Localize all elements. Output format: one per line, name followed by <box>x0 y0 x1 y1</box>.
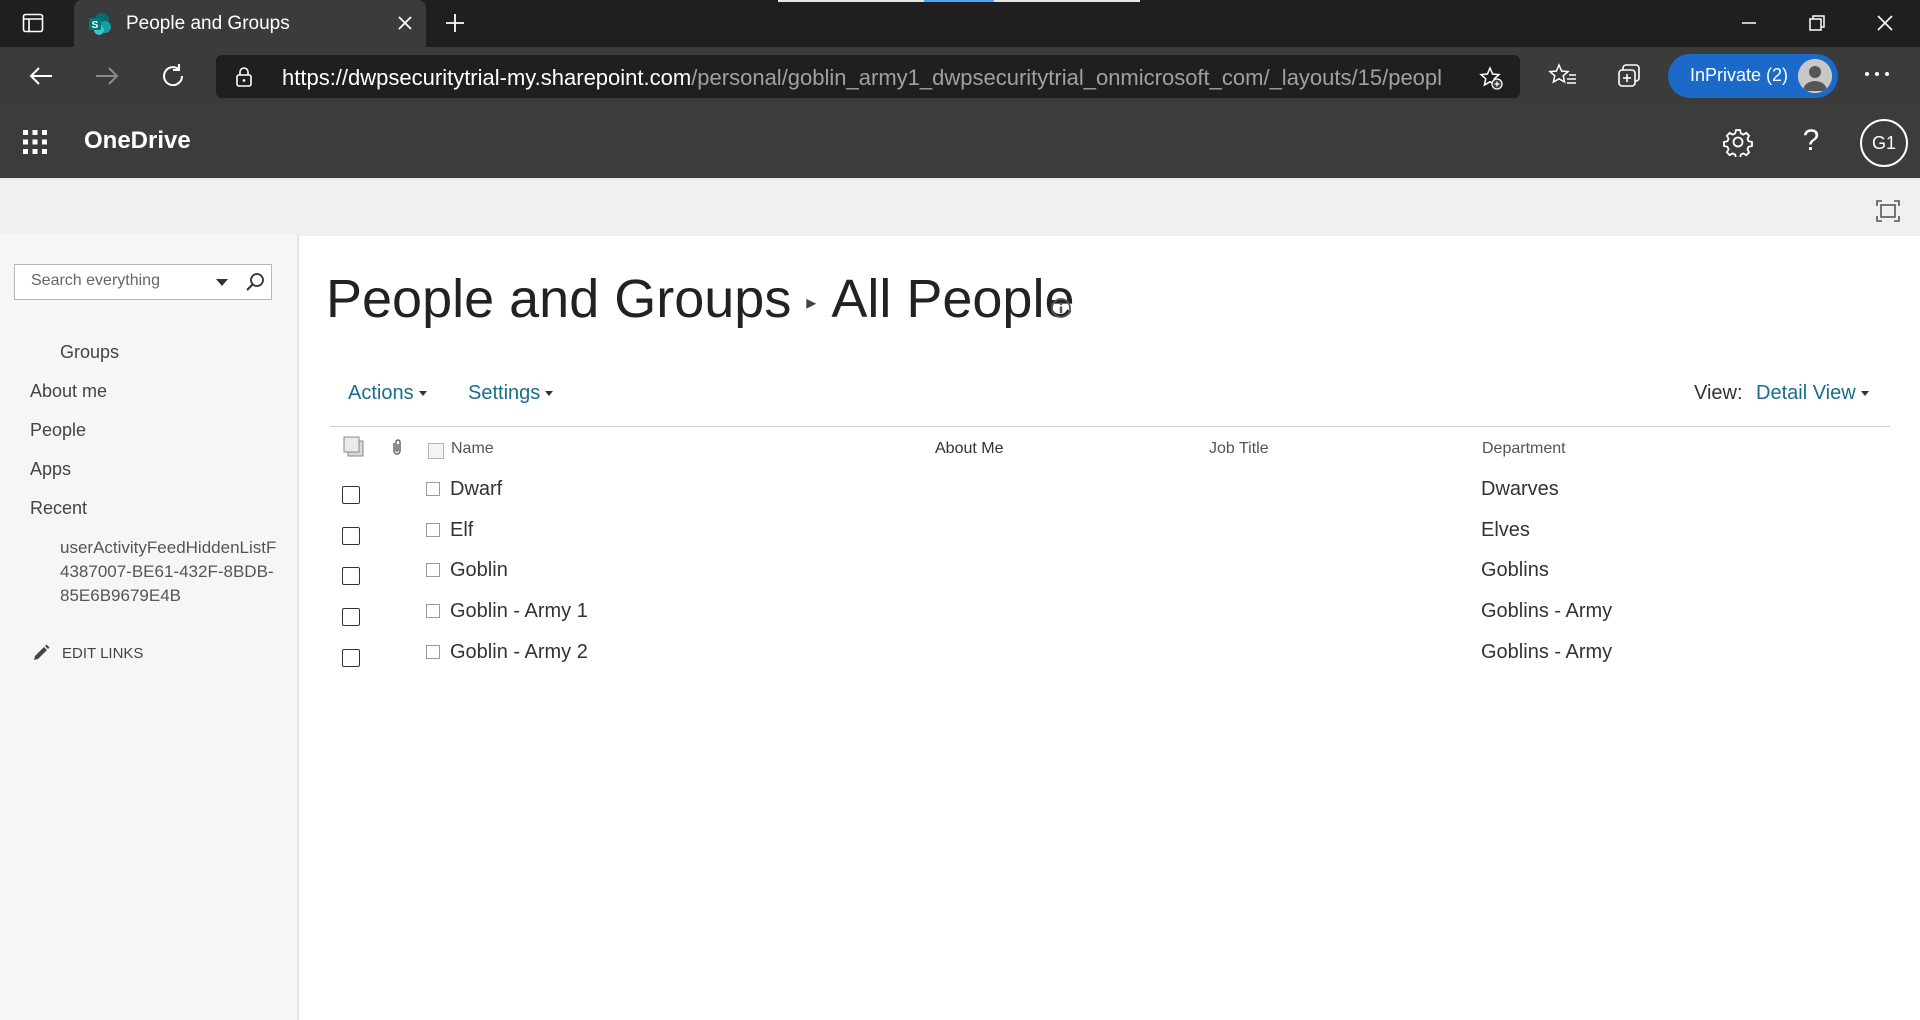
row-checkbox[interactable] <box>342 486 360 504</box>
inprivate-label: InPrivate (2) <box>1690 65 1789 85</box>
search-scope-dropdown-icon[interactable] <box>215 277 229 287</box>
row-checkbox[interactable] <box>342 567 360 585</box>
breadcrumb-separator: ▸ <box>806 292 817 315</box>
actions-label: Actions <box>348 382 414 404</box>
nav-item-people[interactable]: People <box>30 420 86 441</box>
ribbon-bar <box>0 178 1920 236</box>
lock-icon[interactable] <box>234 66 254 88</box>
table-row: Dwarf Dwarves <box>0 474 1920 514</box>
browser-toolbar: https://dwpsecuritytrial-my.sharepoint.c… <box>0 47 1920 105</box>
profile-avatar-icon <box>1798 59 1832 93</box>
attachment-icon <box>393 439 401 455</box>
settings-menu[interactable]: Settings <box>468 382 554 405</box>
url-path: /personal/goblin_army1_dwpsecuritytrial_… <box>691 65 1442 90</box>
forward-icon[interactable] <box>92 61 122 91</box>
caret-down-icon <box>545 391 554 397</box>
refresh-icon[interactable] <box>158 61 188 91</box>
inprivate-button[interactable]: InPrivate (2) <box>1668 54 1838 98</box>
table-row: Elf Elves <box>0 515 1920 555</box>
caret-down-icon <box>418 391 427 397</box>
add-favorite-icon[interactable] <box>1478 65 1504 91</box>
row-checkbox[interactable] <box>342 608 360 626</box>
suite-bar: OneDrive ? G1 <box>0 105 1920 178</box>
department-cell: Elves <box>1481 519 1530 541</box>
search-icon[interactable] <box>245 272 265 292</box>
settings-gear-icon[interactable] <box>1723 127 1753 157</box>
url-host: https://dwpsecuritytrial-my.sharepoint.c… <box>282 65 692 90</box>
table-row: Goblin Goblins <box>0 555 1920 595</box>
address-bar[interactable]: https://dwpsecuritytrial-my.sharepoint.c… <box>216 55 1520 98</box>
more-options-icon[interactable] <box>1862 69 1892 79</box>
row-select-box[interactable] <box>426 482 440 496</box>
sharepoint-favicon-icon: S <box>89 13 111 35</box>
row-select-box[interactable] <box>426 523 440 537</box>
row-checkbox[interactable] <box>342 649 360 667</box>
caret-down-icon <box>1860 391 1869 397</box>
browser-titlebar: S People and Groups <box>0 0 1920 47</box>
new-tab-icon[interactable] <box>444 12 466 34</box>
person-name-link[interactable]: Goblin <box>450 559 508 582</box>
favorites-icon[interactable] <box>1548 61 1578 91</box>
tab-title: People and Groups <box>126 13 290 34</box>
row-select-box[interactable] <box>426 604 440 618</box>
table-row: Goblin - Army 1 Goblins - Army <box>0 596 1920 636</box>
nav-item-about-me[interactable]: About me <box>30 381 107 402</box>
column-header-department[interactable]: Department <box>1482 440 1566 458</box>
department-cell: Goblins <box>1481 559 1549 581</box>
row-select-box[interactable] <box>426 563 440 577</box>
tab-close-icon[interactable] <box>394 12 416 34</box>
view-selector[interactable]: Detail View <box>1756 382 1869 405</box>
minimize-icon[interactable] <box>1736 10 1762 36</box>
search-input[interactable] <box>15 265 221 297</box>
person-name-link[interactable]: Elf <box>450 519 473 542</box>
actions-menu[interactable]: Actions <box>348 382 427 405</box>
select-all-icon[interactable] <box>342 435 366 459</box>
view-label: View: <box>1694 382 1743 404</box>
name-header-checkbox[interactable] <box>428 443 444 459</box>
collections-icon[interactable] <box>1614 61 1644 91</box>
row-select-box[interactable] <box>426 645 440 659</box>
tab-actions-icon[interactable] <box>22 12 44 34</box>
account-avatar[interactable]: G1 <box>1860 119 1908 167</box>
column-header-job-title[interactable]: Job Title <box>1209 440 1269 458</box>
settings-label: Settings <box>468 382 541 404</box>
column-header-name[interactable]: Name <box>451 440 494 458</box>
back-icon[interactable] <box>26 61 56 91</box>
person-name-link[interactable]: Goblin - Army 1 <box>450 600 588 623</box>
nav-item-groups[interactable]: Groups <box>60 342 119 363</box>
app-launcher-icon[interactable] <box>22 129 48 155</box>
app-name-link[interactable]: OneDrive <box>84 127 191 155</box>
column-header-about-me[interactable]: About Me <box>935 440 1003 458</box>
focus-content-icon[interactable] <box>1876 200 1900 222</box>
table-row: Goblin - Army 2 Goblins - Army <box>0 637 1920 677</box>
window-close-icon[interactable] <box>1872 10 1898 36</box>
page-title-text[interactable]: People and Groups <box>326 269 791 329</box>
page-subtitle: All People <box>831 269 1075 329</box>
person-name-link[interactable]: Goblin - Army 2 <box>450 641 588 664</box>
url-text[interactable]: https://dwpsecuritytrial-my.sharepoint.c… <box>282 65 1442 91</box>
browser-tab-active[interactable]: S People and Groups <box>74 0 426 47</box>
loading-indicator <box>778 0 1140 2</box>
restore-icon[interactable] <box>1804 10 1830 36</box>
department-cell: Goblins - Army <box>1481 641 1613 663</box>
view-value: Detail View <box>1756 382 1856 404</box>
info-icon[interactable] <box>1050 297 1072 319</box>
svg-text:S: S <box>92 20 99 31</box>
search-box <box>14 264 272 300</box>
help-button[interactable]: ? <box>1798 123 1824 159</box>
department-cell: Dwarves <box>1481 478 1559 500</box>
department-cell: Goblins - Army <box>1481 600 1613 622</box>
row-checkbox[interactable] <box>342 527 360 545</box>
page-title: People and Groups ▸ All People <box>326 268 1075 330</box>
person-name-link[interactable]: Dwarf <box>450 478 502 501</box>
list-header-divider <box>330 426 1890 427</box>
